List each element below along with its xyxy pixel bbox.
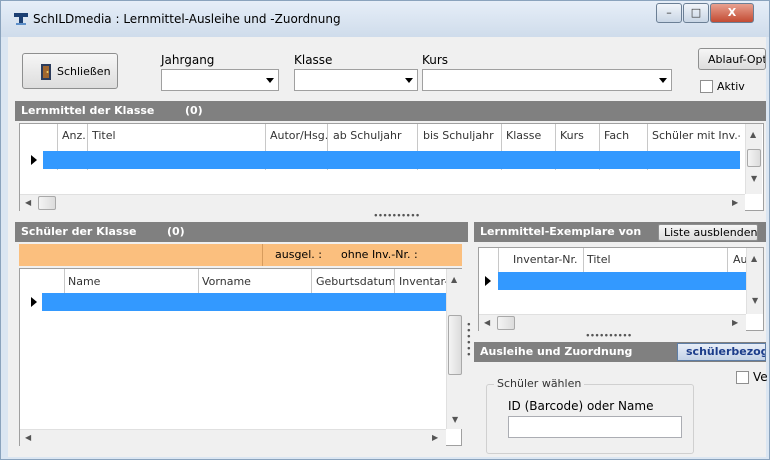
selected-row[interactable] <box>42 293 446 311</box>
splitter-grip[interactable]: ∙∙∙∙∙∙∙∙∙∙ <box>585 331 632 341</box>
vertical-scrollbar[interactable]: ▲ ▼ <box>746 248 763 314</box>
schueler-count: (0) <box>167 225 185 238</box>
aktiv-label: Aktiv <box>717 80 745 93</box>
column-header[interactable]: Fach <box>604 129 629 142</box>
maximize-button[interactable]: □ <box>683 3 709 23</box>
scroll-up-icon[interactable]: ▲ <box>451 275 457 284</box>
aktiv-checkbox[interactable] <box>700 80 713 93</box>
ablauf-options-button[interactable]: Ablauf-Opti <box>698 48 766 70</box>
column-header[interactable]: Geburtsdatum <box>316 275 396 288</box>
column-header[interactable]: Inventar-Nr. <box>513 253 578 266</box>
lernmittel-count: (0) <box>185 104 203 117</box>
close-form-button[interactable]: Schließen <box>22 53 118 89</box>
row-pointer-icon <box>31 297 37 307</box>
lernmittel-header: Lernmittel der Klasse (0) <box>15 101 766 121</box>
ausgel-label: ausgel. : <box>275 248 322 261</box>
scroll-down-icon[interactable]: ▼ <box>752 296 758 305</box>
lernmittel-grid[interactable]: Anz. Titel Autor/Hsg. ab Schuljahr bis S… <box>19 123 764 211</box>
row-pointer-icon <box>31 155 37 165</box>
chevron-down-icon <box>659 78 667 83</box>
column-header[interactable]: ab Schuljahr <box>333 129 402 142</box>
scroll-down-icon[interactable]: ▼ <box>452 415 458 424</box>
column-header[interactable]: Kurs <box>560 129 584 142</box>
hide-list-label: Liste ausblenden <box>664 226 758 239</box>
vertical-scrollbar[interactable]: ▲ ▼ <box>446 269 463 429</box>
schueler-waehlen-title: Schüler wählen <box>494 377 585 390</box>
tab-schuelerbezogen-label: schülerbezog <box>686 345 766 358</box>
lernmittel-header-title: Lernmittel der Klasse <box>21 104 155 117</box>
scroll-up-icon[interactable]: ▲ <box>750 130 756 139</box>
main-window: SchILDmedia : Lernmittel-Ausleihe und -Z… <box>0 0 770 460</box>
scroll-left-icon[interactable]: ◀ <box>25 198 31 207</box>
ablauf-options-label: Ablauf-Opti <box>708 53 766 66</box>
close-form-label: Schließen <box>57 65 111 78</box>
ohne-inv-label: ohne Inv.-Nr. : <box>341 248 418 261</box>
id-barcode-input[interactable] <box>508 416 682 438</box>
schueler-summary-bar: ausgel. : ohne Inv.-Nr. : <box>19 244 462 266</box>
horizontal-scrollbar[interactable]: ◀ ▶ <box>20 429 446 446</box>
exemplare-grid[interactable]: Inventar-Nr. Titel Au ▲ ▼ ◀ ▶ <box>478 247 764 331</box>
scroll-thumb[interactable] <box>448 315 462 375</box>
column-header[interactable]: Titel <box>587 253 611 266</box>
schueler-header: Schüler der Klasse (0) <box>15 222 468 242</box>
minimize-button[interactable]: – <box>656 3 682 23</box>
title-bar[interactable]: SchILDmedia : Lernmittel-Ausleihe und -Z… <box>1 1 769 37</box>
scroll-thumb[interactable] <box>497 316 515 330</box>
exemplare-header-title: Lernmittel-Exemplare von <box>480 225 642 238</box>
scroll-left-icon[interactable]: ◀ <box>484 318 490 327</box>
kurs-select[interactable] <box>422 69 672 91</box>
schueler-grid[interactable]: Name Vorname Geburtsdatum Inventar- ▲ ▼ … <box>19 268 463 446</box>
column-header[interactable]: Klasse <box>506 129 541 142</box>
ausleihe-header-title: Ausleihe und Zuordnung <box>480 345 633 358</box>
schueler-header-title: Schüler der Klasse <box>21 225 137 238</box>
klasse-select[interactable] <box>294 69 418 91</box>
window-title: SchILDmedia : Lernmittel-Ausleihe und -Z… <box>33 12 341 26</box>
chevron-down-icon <box>266 78 274 83</box>
scroll-down-icon[interactable]: ▼ <box>751 174 757 183</box>
column-header[interactable]: Anz. <box>62 129 86 142</box>
door-icon <box>41 64 51 80</box>
tab-schuelerbezogen[interactable]: schülerbezog <box>677 343 766 361</box>
scroll-right-icon[interactable]: ▶ <box>732 198 738 207</box>
chevron-down-icon <box>405 78 413 83</box>
scroll-up-icon[interactable]: ▲ <box>751 254 757 263</box>
jahrgang-label: Jahrgang <box>161 53 215 67</box>
client-area: Schließen Jahrgang Klasse Kurs Ablauf-Op… <box>8 37 768 457</box>
column-header[interactable]: Schüler mit Inv.-I <box>652 129 740 142</box>
kurs-label: Kurs <box>422 53 449 67</box>
jahrgang-select[interactable] <box>161 69 279 91</box>
id-barcode-label: ID (Barcode) oder Name <box>508 399 654 413</box>
hide-list-button[interactable]: Liste ausblenden <box>658 224 758 241</box>
close-window-button[interactable]: X <box>710 3 754 23</box>
scroll-thumb[interactable] <box>747 149 761 167</box>
scroll-right-icon[interactable]: ▶ <box>732 318 738 327</box>
scroll-thumb[interactable] <box>38 196 56 210</box>
splitter-grip[interactable]: ∙∙∙∙∙∙∙∙∙∙ <box>373 211 420 221</box>
row-pointer-icon <box>485 276 491 286</box>
selected-row[interactable] <box>498 272 746 290</box>
ve-label: Ve <box>753 370 768 384</box>
klasse-label: Klasse <box>294 53 333 67</box>
column-header[interactable]: Autor/Hsg. <box>270 129 328 142</box>
horizontal-scrollbar[interactable]: ◀ ▶ <box>479 314 746 331</box>
column-header[interactable]: Titel <box>92 129 116 142</box>
column-header[interactable]: Name <box>68 275 100 288</box>
scroll-right-icon[interactable]: ▶ <box>432 433 438 442</box>
selected-row[interactable] <box>43 151 740 169</box>
column-header[interactable]: Inventar- <box>399 275 447 288</box>
ve-checkbox[interactable] <box>736 371 749 384</box>
column-header[interactable]: bis Schuljahr <box>423 129 494 142</box>
splitter-grip[interactable]: ∙ ∙ ∙ ∙ ∙ ∙ <box>466 321 472 360</box>
column-header[interactable]: Vorname <box>202 275 251 288</box>
scroll-left-icon[interactable]: ◀ <box>25 433 31 442</box>
app-icon <box>14 13 28 25</box>
vertical-scrollbar[interactable]: ▲ ▼ <box>745 124 762 194</box>
horizontal-scrollbar[interactable]: ◀ ▶ <box>20 194 745 211</box>
